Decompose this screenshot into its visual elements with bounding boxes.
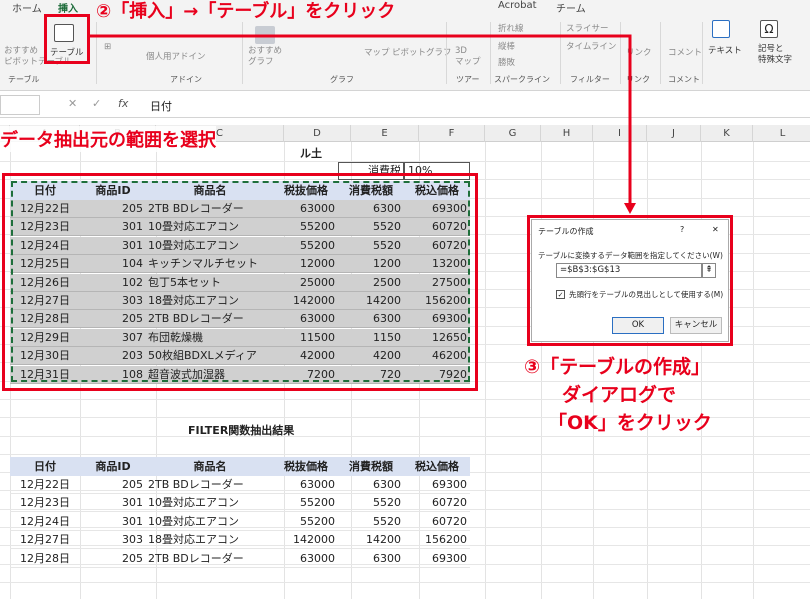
step3-annotation-line1: ③「テーブルの作成」: [524, 356, 710, 378]
step3-annotation-line3: 「OK」をクリック: [548, 412, 712, 434]
checkbox-label: 先頭行をテーブルの見出しとして使用する(M): [569, 290, 724, 299]
ok-button[interactable]: OK: [612, 317, 664, 334]
step3-annotation-line2: ダイアログで: [562, 384, 677, 406]
dialog-title: テーブルの作成: [538, 227, 594, 236]
dialog-prompt: テーブルに変換するデータ範囲を指定してください(W): [538, 251, 723, 260]
range-input[interactable]: =$B$3:$G$13: [556, 263, 702, 278]
help-icon[interactable]: ?: [680, 225, 684, 234]
close-icon[interactable]: ✕: [712, 225, 719, 234]
create-table-dialog: テーブルの作成 ? ✕ テーブルに変換するデータ範囲を指定してください(W) =…: [531, 219, 729, 342]
header-checkbox[interactable]: ✓: [556, 290, 565, 299]
cancel-button[interactable]: キャンセル: [670, 317, 722, 334]
collapse-range-icon[interactable]: ⇞: [702, 263, 716, 278]
